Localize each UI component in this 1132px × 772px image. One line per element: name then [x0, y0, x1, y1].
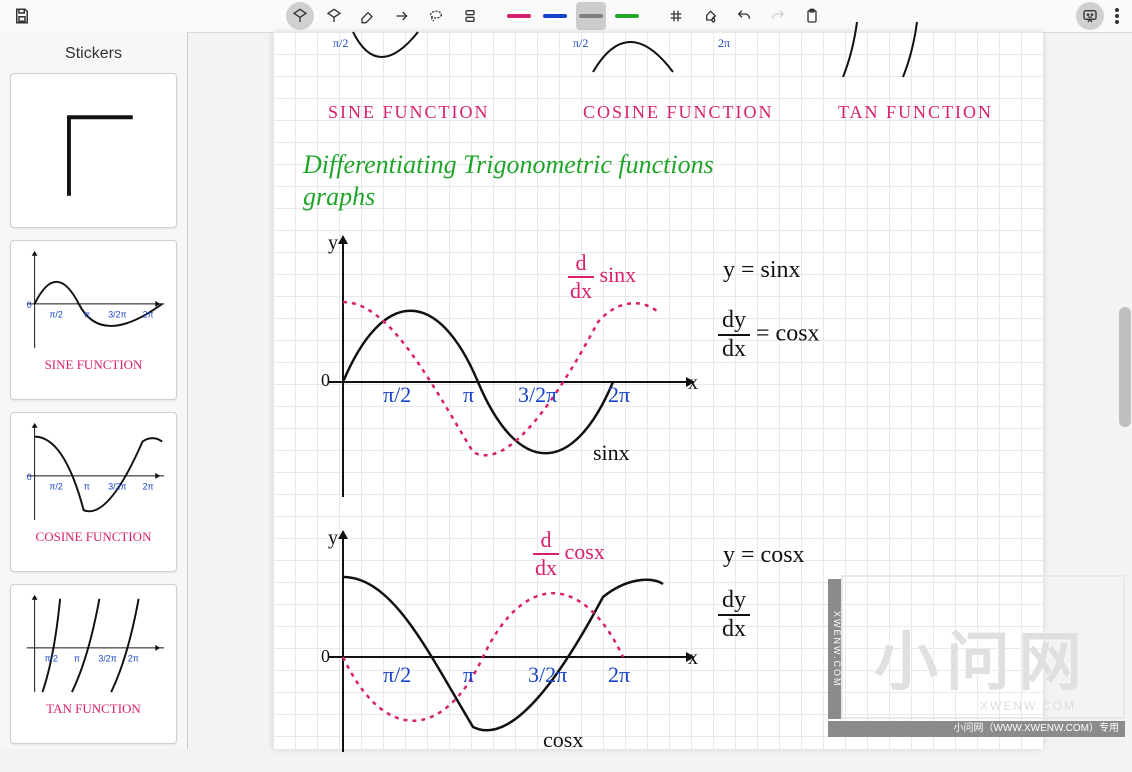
- canvas-stage[interactable]: π/2 π/2 2π SINE FUNCTION COSINE FUNCTION…: [188, 32, 1132, 749]
- g1-tick3: 3/2π: [518, 382, 557, 408]
- page-title-line2: graphs: [303, 182, 375, 212]
- svg-text:3/2π: 3/2π: [108, 310, 126, 320]
- sticker-cosine[interactable]: 0 π/2 π 3/2π 2π COSINE FUNCTION: [10, 412, 177, 572]
- svg-text:0: 0: [27, 300, 32, 310]
- svg-text:0: 0: [27, 472, 32, 482]
- svg-text:π: π: [84, 482, 90, 492]
- more-menu-icon[interactable]: [1108, 2, 1126, 30]
- g2-tick2: π: [463, 662, 474, 688]
- g2-tick1: π/2: [383, 662, 411, 688]
- g1-origin: 0: [321, 370, 330, 391]
- feedback-icon[interactable]: [1076, 2, 1104, 30]
- g2-deriv: d dx cosx: [533, 527, 605, 581]
- g1-xlabel: x: [688, 372, 698, 395]
- scrollbar-thumb[interactable]: [1119, 307, 1131, 427]
- g2-xlabel: x: [688, 647, 698, 670]
- save-icon[interactable]: [8, 2, 36, 30]
- g1-eq2: dy dx = cosx: [718, 307, 820, 363]
- g1-tick4: 2π: [608, 382, 630, 408]
- graph-sin: [298, 227, 708, 517]
- svg-text:π/2: π/2: [49, 310, 63, 320]
- svg-text:2π: 2π: [143, 310, 154, 320]
- svg-text:π/2: π/2: [573, 36, 588, 50]
- g1-tick1: π/2: [383, 382, 411, 408]
- svg-text:2π: 2π: [718, 36, 730, 50]
- sticker-sine[interactable]: 0 π/2 π 3/2π 2π SINE FUNCTION: [10, 240, 177, 400]
- sticker-caption: SINE FUNCTION: [15, 357, 172, 373]
- top-label-sine: SINE FUNCTION: [328, 102, 490, 123]
- svg-text:π: π: [74, 654, 80, 664]
- g1-deriv: d dx sinx: [568, 250, 636, 304]
- sticker-caption: TAN FUNCTION: [15, 701, 172, 717]
- top-label-tan: TAN FUNCTION: [838, 102, 993, 123]
- watermark-bar: 小问网（WWW.XWENW.COM）专用: [828, 721, 1125, 737]
- stickers-title: Stickers: [10, 45, 177, 63]
- whiteboard-tool-icon[interactable]: [286, 2, 314, 30]
- g2-tick3: 3/2π: [528, 662, 567, 688]
- g2-ylabel: y: [328, 527, 338, 550]
- sticker-tan[interactable]: π/2 π 3/2π 2π TAN FUNCTION: [10, 584, 177, 744]
- stickers-panel: Stickers 0 π/2 π 3/2π 2π SINE FUNCTION 0…: [0, 32, 188, 749]
- page-title-line1: Differentiating Trigonometric functions: [303, 150, 714, 180]
- sticker-caption: COSINE FUNCTION: [15, 529, 172, 545]
- g2-curve: cosx: [543, 727, 583, 753]
- watermark-main: 小问网: [874, 611, 1090, 703]
- svg-text:3/2π: 3/2π: [98, 654, 116, 664]
- g1-eq1: y = sinx: [723, 257, 801, 284]
- g1-tick2: π: [463, 382, 474, 408]
- watermark-side: XWENW.COM: [828, 579, 842, 719]
- g2-eq2: dy dx: [718, 587, 750, 643]
- g2-origin: 0: [321, 646, 330, 667]
- g1-curve: sinx: [593, 440, 630, 466]
- svg-text:2π: 2π: [128, 654, 139, 664]
- watermark-sub: XWENW.COM: [980, 699, 1076, 713]
- svg-text:2π: 2π: [143, 482, 154, 492]
- graph-cos: [298, 522, 708, 772]
- svg-text:π: π: [84, 310, 90, 320]
- top-label-cosine: COSINE FUNCTION: [583, 102, 774, 123]
- g2-tick4: 2π: [608, 662, 630, 688]
- g1-ylabel: y: [328, 232, 338, 255]
- svg-text:π/2: π/2: [44, 654, 58, 664]
- svg-text:π/2: π/2: [333, 36, 348, 50]
- svg-text:3/2π: 3/2π: [108, 482, 126, 492]
- g2-eq1: y = cosx: [723, 542, 805, 569]
- svg-text:π/2: π/2: [49, 482, 63, 492]
- sticker-shape[interactable]: [10, 73, 177, 228]
